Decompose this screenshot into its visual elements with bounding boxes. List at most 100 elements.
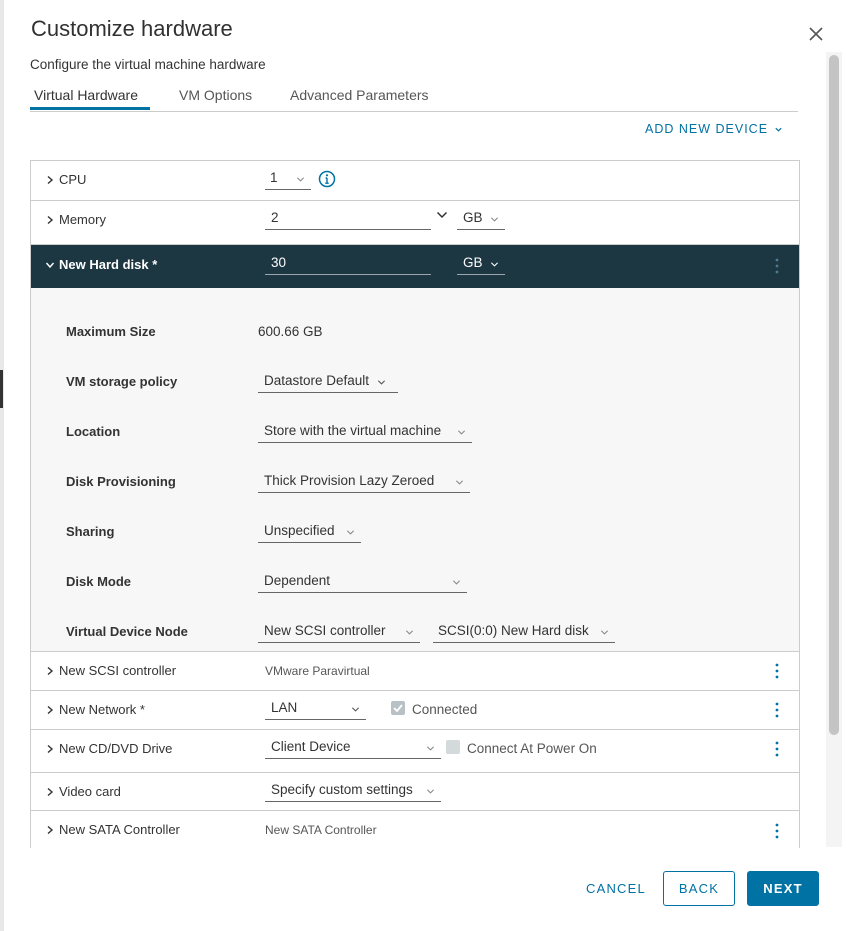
video-card-label[interactable]: Video card <box>59 784 121 799</box>
vdn-controller-select[interactable]: New SCSI controller <box>258 623 420 643</box>
chevron-right-icon[interactable] <box>45 215 55 225</box>
cancel-button[interactable]: CANCEL <box>580 871 650 906</box>
background-panel-edge <box>0 0 4 931</box>
checkmark-icon <box>393 704 403 713</box>
disk-provisioning-value: Thick Provision Lazy Zeroed <box>264 473 435 488</box>
connected-label: Connected <box>412 702 478 717</box>
memory-unit-select[interactable]: GB <box>457 210 505 230</box>
tab-vm-options[interactable]: VM Options <box>179 87 252 103</box>
hard-disk-unit-value: GB <box>463 255 483 270</box>
storage-policy-value: Datastore Default <box>264 373 370 388</box>
next-button[interactable]: NEXT <box>747 871 819 906</box>
disk-mode-label: Disk Mode <box>66 574 132 589</box>
chevron-right-icon[interactable] <box>45 825 55 835</box>
hard-disk-details: Maximum Size 600.66 GB VM storage policy… <box>31 288 799 652</box>
disk-mode-select[interactable]: Dependent <box>258 573 467 593</box>
tab-virtual-hardware[interactable]: Virtual Hardware <box>34 87 138 103</box>
chevron-down-icon <box>351 707 360 712</box>
network-label[interactable]: New Network * <box>59 702 145 717</box>
network-row: New Network * LAN Connected <box>31 691 799 730</box>
scrollbar-thumb[interactable] <box>829 55 839 735</box>
active-tab-indicator <box>30 107 150 110</box>
chevron-down-icon <box>296 177 305 182</box>
chevron-right-icon[interactable] <box>45 705 55 715</box>
cd-dvd-label[interactable]: New CD/DVD Drive <box>59 741 172 756</box>
vdn-slot-value: SCSI(0:0) New Hard disk <box>438 623 589 638</box>
video-card-value: Specify custom settings <box>271 782 413 797</box>
chevron-right-icon[interactable] <box>45 744 55 754</box>
chevron-down-icon <box>405 630 414 635</box>
chevron-right-icon[interactable] <box>45 787 55 797</box>
cpu-row: CPU 1 <box>31 161 799 201</box>
chevron-down-icon <box>490 217 499 222</box>
connect-at-power-on-checkbox[interactable] <box>446 740 460 754</box>
kebab-menu-icon[interactable] <box>774 258 780 274</box>
scsi-controller-row: New SCSI controller VMware Paravirtual <box>31 652 799 691</box>
cd-dvd-select[interactable]: Client Device <box>265 739 441 759</box>
video-card-row: Video card Specify custom settings <box>31 773 799 811</box>
connect-at-power-on-label: Connect At Power On <box>467 741 597 756</box>
kebab-menu-icon[interactable] <box>774 702 780 718</box>
network-select[interactable]: LAN <box>265 700 366 720</box>
disk-provisioning-label: Disk Provisioning <box>66 474 176 489</box>
memory-input[interactable]: 2 <box>265 210 431 230</box>
storage-policy-select[interactable]: Datastore Default <box>258 373 398 393</box>
cpu-value: 1 <box>270 170 278 185</box>
max-size-label: Maximum Size <box>66 324 156 339</box>
dialog-title: Customize hardware <box>31 16 233 41</box>
vdn-slot-select[interactable]: SCSI(0:0) New Hard disk <box>433 623 615 643</box>
kebab-menu-icon[interactable] <box>774 663 780 679</box>
kebab-menu-icon[interactable] <box>774 741 780 757</box>
disk-provisioning-select[interactable]: Thick Provision Lazy Zeroed <box>258 473 470 493</box>
chevron-down-icon <box>426 746 435 751</box>
sata-controller-row: New SATA Controller New SATA Controller <box>31 811 799 848</box>
max-size-value: 600.66 GB <box>258 324 323 339</box>
kebab-menu-icon[interactable] <box>774 823 780 839</box>
sharing-label: Sharing <box>66 524 115 539</box>
storage-policy-label: VM storage policy <box>66 374 178 389</box>
hardware-grid: CPU 1 Memory 2 GB New Hard disk * 30 GB <box>30 160 800 848</box>
back-button[interactable]: BACK <box>663 871 735 906</box>
chevron-down-icon <box>452 580 461 585</box>
info-icon[interactable] <box>318 170 336 188</box>
hard-disk-row: New Hard disk * 30 GB <box>31 245 799 288</box>
scsi-controller-label[interactable]: New SCSI controller <box>59 663 176 678</box>
chevron-down-icon[interactable] <box>436 209 448 221</box>
chevron-down-icon <box>774 127 782 132</box>
chevron-down-icon <box>377 380 386 385</box>
sata-controller-value: New SATA Controller <box>265 823 377 837</box>
background-panel-marker <box>0 370 3 408</box>
chevron-down-icon <box>426 789 435 794</box>
scsi-controller-value: VMware Paravirtual <box>265 664 370 678</box>
cd-dvd-value: Client Device <box>271 739 351 754</box>
dialog-subtitle: Configure the virtual machine hardware <box>30 57 266 72</box>
sata-controller-label[interactable]: New SATA Controller <box>59 822 180 837</box>
hard-disk-unit-select[interactable]: GB <box>457 255 505 275</box>
connected-checkbox[interactable] <box>391 701 405 715</box>
tab-advanced-parameters[interactable]: Advanced Parameters <box>290 87 429 103</box>
chevron-down-icon <box>600 630 609 635</box>
sharing-value: Unspecified <box>264 523 335 538</box>
memory-label[interactable]: Memory <box>59 212 106 227</box>
chevron-down-icon <box>346 530 355 535</box>
chevron-right-icon[interactable] <box>45 175 55 185</box>
chevron-down-icon[interactable] <box>45 260 55 270</box>
disk-mode-value: Dependent <box>264 573 331 588</box>
location-select[interactable]: Store with the virtual machine <box>258 423 472 443</box>
sharing-select[interactable]: Unspecified <box>258 523 361 543</box>
virtual-device-node-label: Virtual Device Node <box>66 624 188 639</box>
chevron-right-icon[interactable] <box>45 666 55 676</box>
network-value: LAN <box>271 700 298 715</box>
add-new-device-button[interactable]: ADD NEW DEVICE <box>645 122 783 136</box>
vdn-controller-value: New SCSI controller <box>264 623 386 638</box>
memory-row: Memory 2 GB <box>31 201 799 245</box>
chevron-down-icon <box>457 430 466 435</box>
chevron-down-icon <box>490 262 499 267</box>
close-button[interactable] <box>806 24 826 44</box>
hard-disk-size-input[interactable]: 30 <box>265 255 431 275</box>
hard-disk-label[interactable]: New Hard disk * <box>59 257 157 272</box>
cpu-label[interactable]: CPU <box>59 172 86 187</box>
video-card-select[interactable]: Specify custom settings <box>265 782 441 802</box>
memory-unit-value: GB <box>463 210 483 225</box>
cpu-select[interactable]: 1 <box>265 170 311 190</box>
